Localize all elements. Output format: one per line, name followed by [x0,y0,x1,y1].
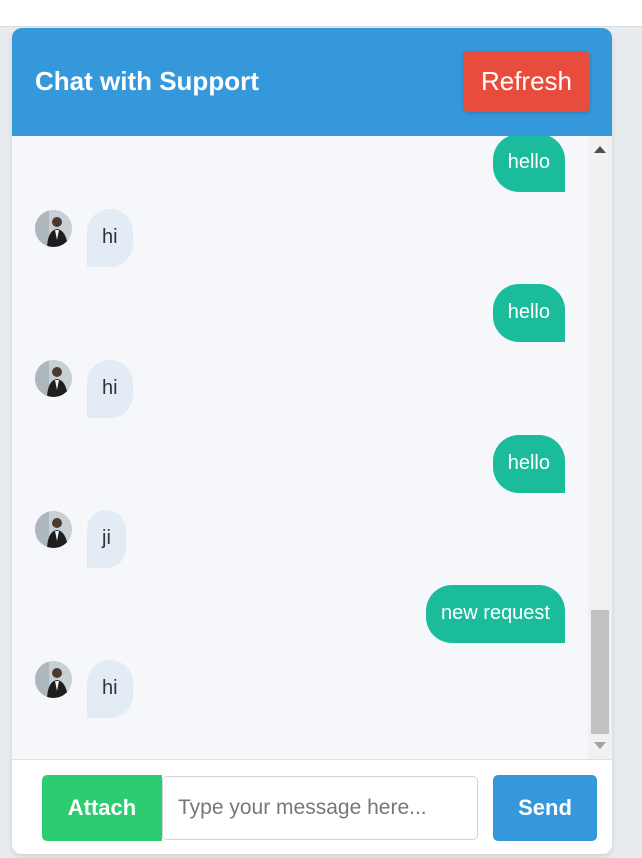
message-user: hello [492,435,565,493]
message-support: hi [87,660,133,718]
support-avatar-icon [35,360,72,397]
message-bubble-support: ji [87,510,126,568]
message-support: hi [87,209,133,267]
message-support: hi [87,360,133,418]
message-bubble-support: hi [87,360,133,418]
support-avatar-icon [35,210,72,247]
chat-title: Chat with Support [35,66,259,96]
scrollbar-thumb[interactable] [591,610,609,734]
attach-button[interactable]: Attach [42,775,162,841]
message-bubble-support: hi [87,660,133,718]
composer-bar: Attach Send [12,759,612,854]
support-avatar-icon [35,511,72,548]
message-user: new request [426,585,565,643]
message-bubble-user: hello [492,435,565,493]
message-bubble-user: hello [492,136,565,192]
refresh-button[interactable]: Refresh [463,51,590,112]
message-list[interactable]: hello hi hello hi hello ji new request h… [12,136,588,759]
chat-widget: Chat with Support Refresh hello hi hello… [12,28,612,854]
message-user: hello [492,136,565,192]
message-bubble-user: new request [426,585,565,643]
scroll-down-arrow-icon[interactable] [594,742,606,749]
browser-top-strip [0,0,642,27]
message-scrollbar[interactable] [588,136,612,759]
message-user: hello [492,284,565,342]
message-support: ji [87,510,126,568]
message-bubble-user: hello [492,284,565,342]
message-input[interactable] [162,776,478,840]
chat-header: Chat with Support Refresh [12,28,612,136]
message-bubble-support: hi [87,209,133,267]
support-avatar-icon [35,661,72,698]
send-button[interactable]: Send [493,775,597,841]
scroll-up-arrow-icon[interactable] [594,146,606,153]
